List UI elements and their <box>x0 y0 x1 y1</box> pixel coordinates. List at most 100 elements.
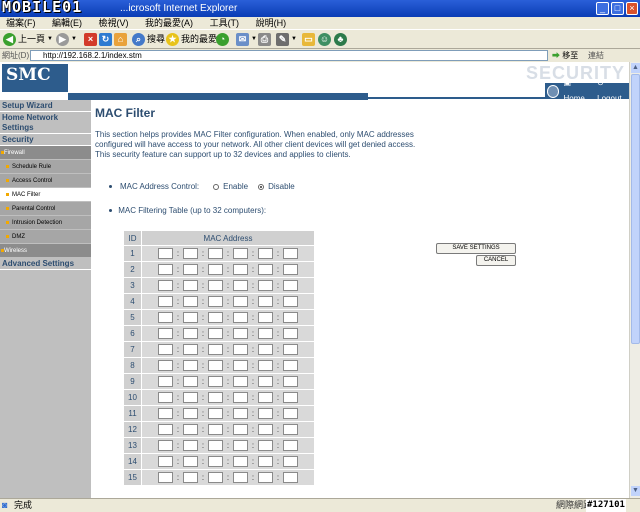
mac-octet-input[interactable] <box>183 264 198 275</box>
scroll-down-icon[interactable]: ▼ <box>631 486 640 496</box>
mac-octet-input[interactable] <box>158 408 173 419</box>
menu-tools[interactable]: 工具(T) <box>210 17 240 29</box>
menu-favorites[interactable]: 我的最愛(A) <box>145 17 193 29</box>
mac-octet-input[interactable] <box>208 440 223 451</box>
mac-octet-input[interactable] <box>158 472 173 483</box>
folder-button[interactable]: ▭ <box>302 32 315 47</box>
menu-help[interactable]: 說明(H) <box>256 17 287 29</box>
mac-octet-input[interactable] <box>233 456 248 467</box>
mac-octet-input[interactable] <box>233 376 248 387</box>
mac-octet-input[interactable] <box>183 296 198 307</box>
sidebar-item-dmz[interactable]: DMZ <box>0 230 91 244</box>
mac-octet-input[interactable] <box>233 296 248 307</box>
search-button[interactable]: ⌕ 搜尋 <box>132 32 165 47</box>
mac-octet-input[interactable] <box>283 472 298 483</box>
mac-octet-input[interactable] <box>283 344 298 355</box>
mac-octet-input[interactable] <box>258 408 273 419</box>
sidebar-item-parental-control[interactable]: Parental Control <box>0 202 91 216</box>
mac-octet-input[interactable] <box>183 456 198 467</box>
discuss-button[interactable]: ☺ <box>318 32 331 47</box>
sidebar-item-firewall[interactable]: Firewall <box>0 146 91 160</box>
minimize-button[interactable]: _ <box>596 2 609 15</box>
mac-octet-input[interactable] <box>158 264 173 275</box>
mac-octet-input[interactable] <box>283 312 298 323</box>
mac-octet-input[interactable] <box>208 248 223 259</box>
back-button[interactable]: ◀ 上一頁 ▼ <box>3 32 53 47</box>
mac-octet-input[interactable] <box>208 472 223 483</box>
edit-button[interactable]: ✎ ▼ <box>276 32 297 47</box>
mac-octet-input[interactable] <box>283 456 298 467</box>
mac-octet-input[interactable] <box>208 392 223 403</box>
mac-octet-input[interactable] <box>208 344 223 355</box>
mac-octet-input[interactable] <box>158 376 173 387</box>
mac-octet-input[interactable] <box>183 392 198 403</box>
mac-octet-input[interactable] <box>283 392 298 403</box>
mac-octet-input[interactable] <box>208 456 223 467</box>
enable-radio[interactable] <box>213 183 220 190</box>
mac-octet-input[interactable] <box>233 328 248 339</box>
mac-octet-input[interactable] <box>233 392 248 403</box>
sidebar-item-schedule-rule[interactable]: Schedule Rule <box>0 160 91 174</box>
mac-octet-input[interactable] <box>258 440 273 451</box>
sidebar-item-intrusion-detection[interactable]: Intrusion Detection <box>0 216 91 230</box>
mac-octet-input[interactable] <box>283 360 298 371</box>
mac-octet-input[interactable] <box>183 440 198 451</box>
mac-octet-input[interactable] <box>183 248 198 259</box>
forward-button[interactable]: ▶ ▼ <box>56 32 77 47</box>
mac-octet-input[interactable] <box>158 296 173 307</box>
mac-octet-input[interactable] <box>233 424 248 435</box>
mac-octet-input[interactable] <box>283 248 298 259</box>
mac-octet-input[interactable] <box>233 408 248 419</box>
mac-octet-input[interactable] <box>258 344 273 355</box>
mac-octet-input[interactable] <box>258 376 273 387</box>
menu-file[interactable]: 檔案(F) <box>6 17 36 29</box>
mac-octet-input[interactable] <box>258 360 273 371</box>
mac-octet-input[interactable] <box>158 280 173 291</box>
home-button[interactable]: ⌂ <box>114 32 127 47</box>
mac-octet-input[interactable] <box>233 280 248 291</box>
mac-octet-input[interactable] <box>258 392 273 403</box>
address-input[interactable]: http://192.168.2.1/index.stm <box>30 50 548 61</box>
mac-octet-input[interactable] <box>283 280 298 291</box>
mac-octet-input[interactable] <box>158 312 173 323</box>
go-button[interactable]: ➡ 移至 <box>552 49 578 62</box>
print-button[interactable]: ⎙ <box>258 32 271 47</box>
mac-octet-input[interactable] <box>258 296 273 307</box>
mac-octet-input[interactable] <box>208 424 223 435</box>
mac-octet-input[interactable] <box>183 328 198 339</box>
menu-view[interactable]: 檢視(V) <box>99 17 129 29</box>
mac-octet-input[interactable] <box>183 280 198 291</box>
history-button[interactable]: ◔ <box>216 32 229 47</box>
save-settings-button[interactable]: SAVE SETTINGS <box>436 243 516 254</box>
mac-octet-input[interactable] <box>208 280 223 291</box>
mac-octet-input[interactable] <box>258 264 273 275</box>
mac-octet-input[interactable] <box>158 344 173 355</box>
mac-octet-input[interactable] <box>183 376 198 387</box>
mac-octet-input[interactable] <box>283 296 298 307</box>
mac-octet-input[interactable] <box>283 264 298 275</box>
sidebar-item-security[interactable]: Security <box>0 134 91 146</box>
mac-octet-input[interactable] <box>258 280 273 291</box>
mac-octet-input[interactable] <box>233 264 248 275</box>
mac-octet-input[interactable] <box>208 264 223 275</box>
mac-octet-input[interactable] <box>208 408 223 419</box>
scrollbar-thumb[interactable] <box>631 74 640 344</box>
disable-radio[interactable] <box>258 183 265 190</box>
mac-octet-input[interactable] <box>233 360 248 371</box>
mac-octet-input[interactable] <box>258 312 273 323</box>
sidebar-item-mac-filter[interactable]: MAC Filter <box>0 188 91 202</box>
mac-octet-input[interactable] <box>233 248 248 259</box>
mac-octet-input[interactable] <box>183 472 198 483</box>
mac-octet-input[interactable] <box>233 344 248 355</box>
vertical-scrollbar[interactable]: ▲ ▼ <box>629 62 640 498</box>
mail-button[interactable]: ✉ ▼ <box>236 32 257 47</box>
mac-octet-input[interactable] <box>258 472 273 483</box>
mac-octet-input[interactable] <box>258 248 273 259</box>
mac-octet-input[interactable] <box>208 296 223 307</box>
mac-octet-input[interactable] <box>158 456 173 467</box>
mac-octet-input[interactable] <box>283 376 298 387</box>
mac-octet-input[interactable] <box>208 376 223 387</box>
mac-octet-input[interactable] <box>183 360 198 371</box>
mac-octet-input[interactable] <box>183 344 198 355</box>
mac-octet-input[interactable] <box>233 440 248 451</box>
